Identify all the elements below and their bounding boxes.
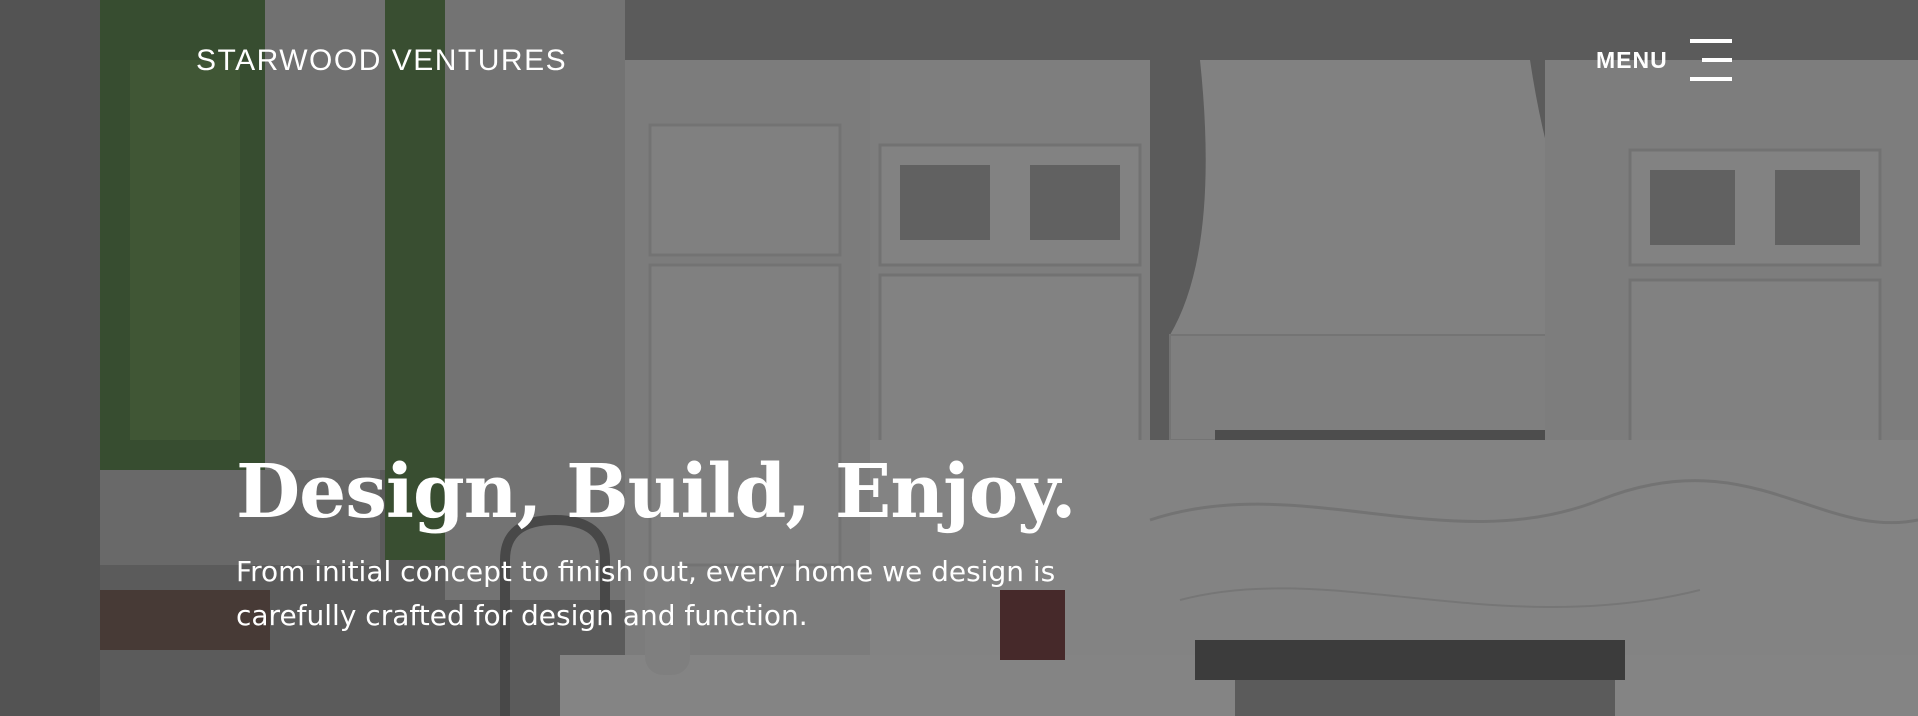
brand-logo[interactable]: STARWOOD VENTURES (196, 44, 567, 78)
hamburger-icon (1689, 39, 1732, 81)
hero-description: From initial concept to finish out, ever… (236, 555, 1056, 632)
menu-label: MENU (1596, 46, 1668, 73)
hero-title: Design, Build, Enjoy. (236, 449, 1077, 535)
hero-content: Design, Build, Enjoy. From initial conce… (236, 448, 1136, 638)
top-navigation: STARWOOD VENTURES MENU (0, 0, 1918, 120)
menu-button[interactable]: MENU (1596, 36, 1732, 84)
hero-section: STARWOOD VENTURES MENU Design, Build, En… (0, 0, 1918, 716)
